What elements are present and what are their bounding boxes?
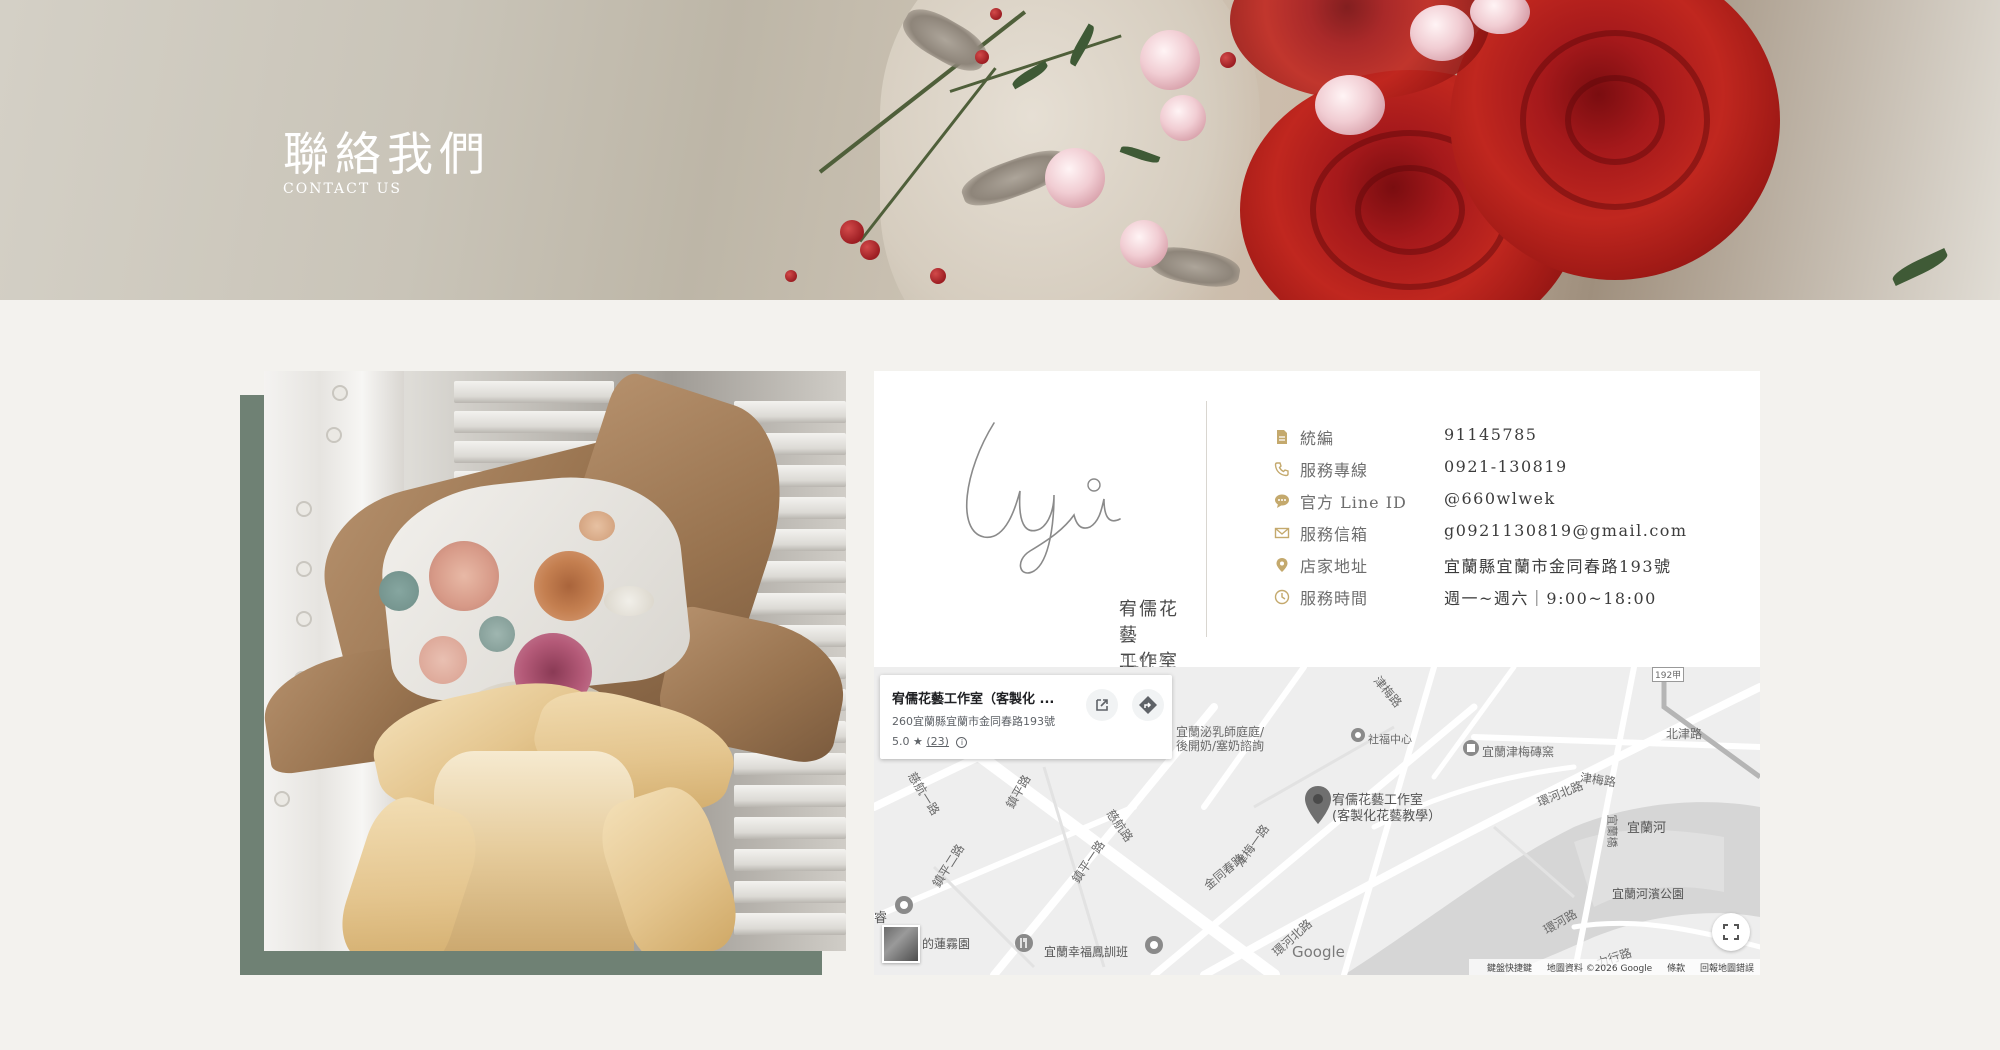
hero-wax-flower <box>1140 30 1200 90</box>
map-label-poi: 睿 <box>874 911 888 926</box>
directions-icon <box>1139 696 1157 714</box>
fullscreen-icon <box>1723 924 1739 940</box>
shop-location-pin-icon[interactable] <box>1304 785 1332 825</box>
address-value: 宜蘭縣宜蘭市金同春路193號 <box>1444 557 1672 576</box>
hero-berry <box>860 240 880 260</box>
hero-leaf <box>1889 247 1951 287</box>
hero-berry <box>1220 52 1236 68</box>
document-icon <box>1277 430 1287 444</box>
training-center-icon[interactable] <box>1144 935 1164 955</box>
place-address: 260宜蘭縣宜蘭市金同春路193號 <box>892 715 1055 728</box>
google-map-embed[interactable]: 宜蘭泌乳師庭庭/ 後開奶/塞奶諮詢 社福中心 宜蘭津梅磚窯 北津路 津梅路 環河… <box>874 667 1760 975</box>
chat-bubble-icon <box>1275 494 1289 508</box>
brand-signature-logo <box>966 422 1121 574</box>
map-label-park: 宜蘭河濱公園 <box>1612 887 1685 901</box>
landmark-icon[interactable] <box>1462 739 1480 757</box>
google-logo: Google <box>1292 943 1345 961</box>
brand-logo: 宥儒花藝 工作室 FLORAL DESIGN <box>954 411 1177 676</box>
hero-berry <box>990 8 1002 20</box>
map-label: 北津路 <box>1666 727 1703 741</box>
contact-row-address: 店家地址 宜蘭縣宜蘭市金同春路193號 <box>1274 553 1734 581</box>
map-label: 社福中心 <box>1368 733 1412 746</box>
hours-value: 週一~週六｜9:00~18:00 <box>1444 589 1657 608</box>
clock-icon <box>1274 589 1290 605</box>
report-error-link[interactable]: 回報地圖錯誤 <box>1700 964 1754 974</box>
map-label-route-shield: 192甲 <box>1652 667 1685 682</box>
external-link-icon <box>1096 699 1108 711</box>
contact-label: 統編 <box>1300 429 1335 448</box>
map-label-poi: 的蓮霧園 <box>922 937 971 951</box>
rating-value: 5.0 <box>892 735 910 748</box>
map-pin-label-line2: (客製化花藝教學） <box>1332 809 1442 824</box>
bouquet-photo <box>264 371 846 951</box>
contact-row-email: 服務信箱 g0921130819@gmail.com <box>1274 521 1734 549</box>
contact-card: 宥儒花藝 工作室 FLORAL DESIGN 統編 91145785 服務專線 … <box>874 371 1760 676</box>
contact-label: 店家地址 <box>1300 557 1369 576</box>
envelope-icon <box>1274 527 1290 539</box>
hero-wax-flower <box>1160 95 1206 141</box>
phone-value[interactable]: 0921-130819 <box>1444 457 1568 476</box>
poi-icon[interactable] <box>894 895 914 915</box>
contact-row-line: 官方 Line ID @660wlwek <box>1274 489 1734 517</box>
map-label-river: 宜蘭河 <box>1627 821 1667 836</box>
email-value[interactable]: g0921130819@gmail.com <box>1444 521 1688 540</box>
contact-row-tax-id: 統編 91145785 <box>1274 425 1734 453</box>
satellite-toggle-button[interactable] <box>882 925 920 963</box>
map-attribution-bar: 鍵盤快捷鍵 地圖資料 ©2026 Google 條款 回報地圖錯誤 <box>1468 959 1760 975</box>
hero-berry <box>840 220 864 244</box>
page-subtitle: CONTACT US <box>283 181 403 197</box>
terms-link[interactable]: 條款 <box>1667 964 1685 974</box>
contact-label: 官方 Line ID <box>1300 493 1407 512</box>
page-title: 聯絡我們 <box>283 127 491 181</box>
contact-label: 服務時間 <box>1300 589 1369 608</box>
hero-wax-flower <box>1120 220 1168 268</box>
contact-label: 服務信箱 <box>1300 525 1369 544</box>
review-count-link[interactable]: (23) <box>926 735 949 748</box>
restaurant-icon[interactable] <box>1014 933 1034 953</box>
map-data-credit: 地圖資料 ©2026 Google <box>1546 964 1653 974</box>
contact-label: 服務專線 <box>1300 461 1369 480</box>
hero-berry <box>975 50 989 64</box>
hero-wax-flower <box>1045 148 1105 208</box>
keyboard-shortcuts-link[interactable]: 鍵盤快捷鍵 <box>1487 964 1532 974</box>
line-id-value[interactable]: @660wlwek <box>1444 489 1556 508</box>
card-divider <box>1206 401 1207 637</box>
brand-name-line1: 宥儒花藝 <box>1119 599 1179 646</box>
tax-id-value: 91145785 <box>1444 425 1538 444</box>
hero-wax-flower <box>1315 75 1385 135</box>
place-rating: 5.0 ★ (23) i <box>892 735 968 748</box>
location-pin-icon <box>1276 558 1288 572</box>
contact-row-phone: 服務專線 0921-130819 <box>1274 457 1734 485</box>
directions-button[interactable] <box>1132 689 1164 721</box>
phone-icon <box>1274 462 1289 477</box>
hero-berry <box>930 268 946 284</box>
hero-banner: 聯絡我們 CONTACT US <box>0 0 2000 300</box>
map-label: 宜蘭橋 <box>1605 814 1619 848</box>
hero-berry <box>785 270 797 282</box>
info-icon[interactable]: i <box>956 737 968 748</box>
map-label: 宜蘭津梅磚窯 <box>1482 745 1555 759</box>
fullscreen-button[interactable] <box>1712 913 1750 951</box>
place-name[interactable]: 宥儒花藝工作室（客製化 ... <box>892 688 1092 707</box>
hero-wax-flower <box>1410 5 1474 61</box>
map-place-card: 宥儒花藝工作室（客製化 ... 260宜蘭縣宜蘭市金同春路193號 5.0 ★ … <box>880 675 1172 759</box>
map-label-poi: 宜蘭幸福鳳訓班 <box>1044 945 1129 959</box>
map-label: 後開奶/塞奶諮詢 <box>1176 739 1265 753</box>
contact-row-hours: 服務時間 週一~週六｜9:00~18:00 <box>1274 585 1734 613</box>
open-in-maps-button[interactable] <box>1086 689 1118 721</box>
star-icon: ★ <box>913 735 923 748</box>
community-center-icon[interactable] <box>1350 727 1366 743</box>
